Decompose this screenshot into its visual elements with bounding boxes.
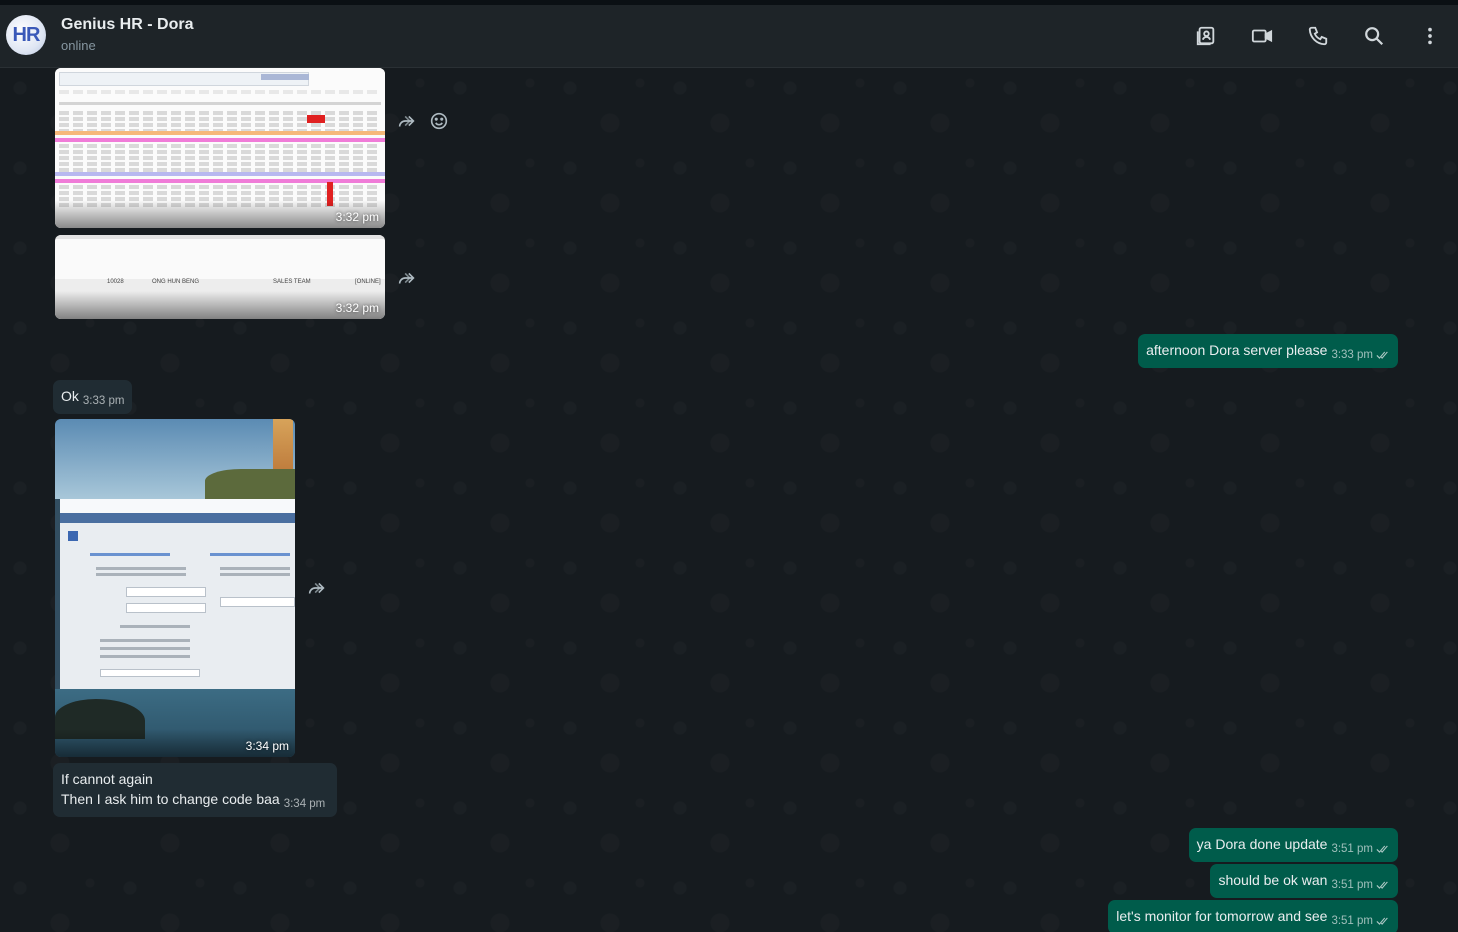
message-time: 3:51 pm (1331, 879, 1373, 891)
staff-id: 10028 (107, 279, 124, 285)
message-text-line: If cannot again (61, 771, 153, 787)
message-meta: 3:33 pm (83, 391, 125, 411)
chat-title: Genius HR - Dora (61, 16, 194, 33)
emoji-reaction-icon[interactable] (428, 110, 450, 132)
read-receipt-icon (1376, 880, 1390, 890)
message-text-line: Then I ask him to change code baa (61, 791, 280, 807)
message-meta: 3:33 pm (1331, 345, 1390, 365)
read-receipt-icon (1376, 916, 1390, 926)
avatar[interactable]: HR (6, 15, 46, 55)
forward-icon[interactable] (396, 267, 418, 289)
message-text: afternoon Dora server please (1146, 342, 1328, 358)
incoming-message[interactable]: If cannot again Then I ask him to change… (53, 763, 337, 817)
message-time: 3:34 pm (245, 739, 289, 753)
message-meta: 3:51 pm (1331, 911, 1390, 931)
image-message-remote-tool-photo[interactable]: 3:34 pm (55, 419, 295, 757)
staff-team: SALES TEAM (273, 279, 311, 285)
outgoing-message[interactable]: should be ok wan 3:51 pm (1210, 864, 1398, 898)
staff-status: [ONLINE] (355, 279, 381, 285)
message-time: 3:32 pm (335, 210, 379, 224)
message-text: let's monitor for tomorrow and see (1116, 908, 1328, 924)
forward-icon[interactable] (306, 577, 328, 599)
message-text: should be ok wan (1218, 872, 1328, 888)
remote-tool-window (60, 499, 295, 689)
search-icon[interactable] (1362, 24, 1386, 48)
message-meta: 3:51 pm (1331, 839, 1390, 859)
contact-card-icon[interactable] (1194, 24, 1218, 48)
chat-header[interactable]: HR Genius HR - Dora online (0, 5, 1458, 68)
message-text: Ok (61, 388, 79, 404)
image-message-spreadsheet[interactable]: 3:32 pm (55, 68, 385, 228)
chat-info[interactable]: Genius HR - Dora online (61, 15, 193, 55)
read-receipt-icon (1376, 350, 1390, 360)
message-time: 3:51 pm (1331, 915, 1373, 927)
outgoing-message[interactable]: ya Dora done update 3:51 pm (1188, 828, 1398, 862)
message-time: 3:33 pm (82, 395, 125, 407)
video-call-icon[interactable] (1250, 24, 1274, 48)
outgoing-message[interactable]: let's monitor for tomorrow and see 3:51 p… (1108, 900, 1398, 932)
image-message-staff-row[interactable]: 10028 ONG HUN BENG SALES TEAM [ONLINE] 3… (55, 235, 385, 319)
message-text: ya Dora done update (1196, 836, 1328, 852)
message-time: 3:51 pm (1331, 843, 1373, 855)
more-options-icon[interactable] (1418, 24, 1442, 48)
message-time: 3:34 pm (283, 798, 326, 810)
read-receipt-icon (1376, 844, 1390, 854)
voice-call-icon[interactable] (1306, 24, 1330, 48)
forward-icon[interactable] (396, 110, 418, 132)
staff-name: ONG HUN BENG (152, 279, 200, 285)
message-time: 3:32 pm (335, 301, 379, 315)
outgoing-message[interactable]: afternoon Dora server please 3:33 pm (1138, 334, 1398, 368)
chat-status: online (61, 38, 96, 53)
message-time: 3:33 pm (1331, 349, 1373, 361)
message-meta: 3:34 pm (284, 794, 326, 814)
message-meta: 3:51 pm (1331, 875, 1390, 895)
avatar-initials: HR (12, 23, 41, 46)
chat-panel[interactable]: 3:32 pm 10028 ONG HUN BENG SALES TEAM [O… (0, 68, 1458, 932)
incoming-message[interactable]: Ok 3:33 pm (53, 380, 133, 414)
